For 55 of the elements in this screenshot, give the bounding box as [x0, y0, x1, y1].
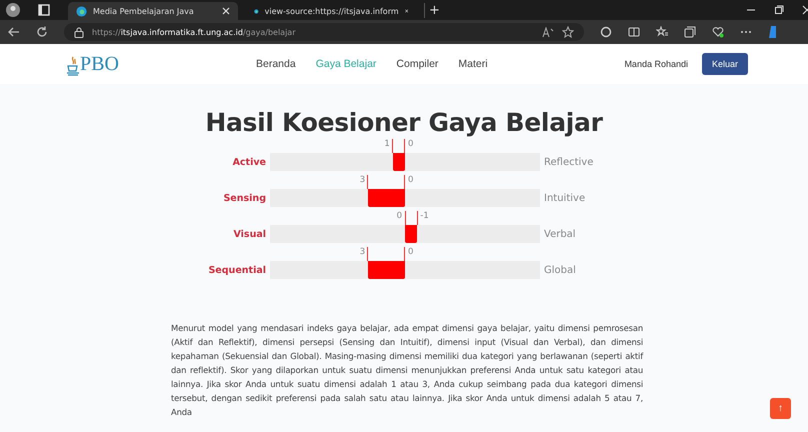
heart-icon[interactable]: [712, 26, 724, 38]
lock-icon: [74, 26, 84, 38]
score-label: 0: [396, 211, 402, 221]
copilot-icon[interactable]: [768, 25, 776, 39]
tick-line: [417, 211, 418, 225]
tick-line: [404, 139, 405, 153]
tab-actions-icon[interactable]: [38, 4, 50, 16]
restore-icon[interactable]: [774, 5, 784, 15]
scale-left-label: Active: [232, 156, 266, 168]
edge-icon: [76, 6, 87, 16]
score-label: 3: [360, 247, 366, 257]
tick-line: [404, 247, 405, 261]
tick-line: [405, 211, 406, 225]
scale-right-label: Reflective: [544, 156, 594, 168]
scale-left-label: Sensing: [222, 192, 266, 204]
score-label: -1: [420, 211, 429, 221]
read-aloud-icon[interactable]: [542, 26, 554, 38]
description-paragraph: Menurut model yang mendasari indeks gaya belajar, ada empat dimensi gaya belajar, yaitu dimensi pemrosesan (Aktif dan Reflektif), dimensi persepsi (Sensing dan Intuitif), dimensi input (Visual dan Verbal), dan dimensi kepahaman (Sekuensial dan Global). Masing-masing dimensi memiliki dua kategori yang berlawanan (seperti aktif dan reflektif). Skor yang dilaporkan untuk suatu dimensi menunjukkan preferensi Anda untuk satu kategori atau lainnya. Jika skor Anda untuk suatu dimensi adalah 1 atau 3, Anda cukup seimbang pada dua kategori dimensi tersebut, dengan sedikit preferensi pada salah satu atau lainnya. Jika skor Anda untuk dimensi adalah 5 atau 7, Anda: [171, 322, 643, 419]
close-icon[interactable]: [222, 7, 230, 15]
nav-link[interactable]: Compiler: [396, 58, 438, 70]
favorites-icon[interactable]: [656, 26, 668, 38]
tick-line: [367, 247, 368, 261]
scale-right-label: Verbal: [544, 228, 577, 240]
logout-button[interactable]: Keluar: [702, 53, 748, 75]
scale-right-label: Global: [544, 264, 577, 276]
star-icon[interactable]: [562, 26, 574, 38]
close-icon[interactable]: [404, 7, 408, 15]
back-icon[interactable]: [8, 26, 20, 38]
nav-link[interactable]: Beranda: [256, 58, 296, 70]
score-label: 0: [408, 139, 414, 149]
browser-tab[interactable]: Media Pembelajaran Java: [68, 2, 238, 20]
tick-line: [367, 175, 368, 189]
page-title: Hasil Koesioner Gaya Belajar: [205, 108, 603, 137]
collections-icon[interactable]: [684, 26, 696, 38]
scale-left-label: Visual: [232, 228, 266, 240]
score-label: 1: [384, 139, 390, 149]
tick-line: [392, 139, 393, 153]
reload-icon[interactable]: [36, 26, 48, 38]
new-tab-button[interactable]: +: [424, 2, 444, 18]
scale-right-label: Intuitive: [544, 192, 586, 204]
browser-tab[interactable]: view-source:https://itsjava.inform: [246, 2, 416, 20]
address-field[interactable]: https://itsjava.informatika.ft.ung.ac.id/gaya/belajar: [64, 23, 584, 41]
tick-line: [404, 175, 405, 189]
user-name: Manda Rohandi: [624, 59, 688, 69]
extension-icon[interactable]: [600, 26, 612, 38]
score-label: 0: [408, 247, 414, 257]
split-screen-icon[interactable]: [628, 26, 640, 38]
logo[interactable]: PBO: [66, 52, 256, 76]
score-label: 3: [360, 175, 366, 185]
profile-icon[interactable]: [6, 3, 20, 17]
close-icon[interactable]: [802, 5, 808, 15]
coffee-cup-icon: [66, 56, 80, 76]
scale-left-label: Sequential: [207, 264, 266, 276]
nav-link[interactable]: Materi: [458, 58, 488, 70]
score-label: 0: [408, 175, 414, 185]
